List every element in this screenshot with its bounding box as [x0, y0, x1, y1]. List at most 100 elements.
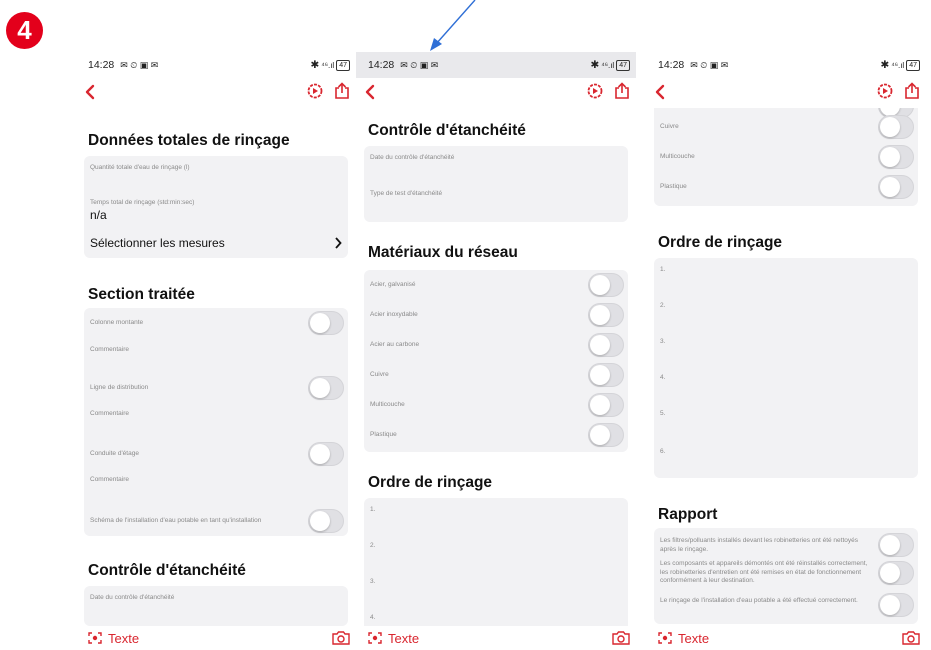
report-row: Les composants et appareils démontés ont… [654, 558, 918, 588]
texte-label: Texte [678, 630, 710, 646]
material-label: Multicouche [660, 153, 695, 160]
report-toggle[interactable] [878, 593, 914, 617]
toggle-row-distribution: Ligne de distribution [84, 373, 348, 403]
floor-pipe-toggle[interactable] [308, 442, 344, 466]
schema-toggle[interactable] [308, 509, 344, 533]
material-row: Acier inoxydable [364, 300, 628, 330]
leak-card: Date du contrôle d'étanchéité Type de te… [364, 146, 628, 222]
order-title: Ordre de rinçage [658, 234, 783, 251]
schema-label: Schéma de l'installation d'eau potable e… [90, 517, 262, 524]
material-toggle[interactable] [588, 273, 624, 297]
material-toggle[interactable] [588, 333, 624, 357]
phone-screen-2: 14:28 ✉ ⏲ ▣ ✉ ✱ ⁴⁶.ıl 47 Contrôle d'étan… [356, 52, 636, 650]
back-icon[interactable] [654, 78, 674, 106]
material-label: Cuivre [660, 123, 679, 130]
riser-label: Colonne montante [90, 319, 144, 326]
leak-date-field[interactable]: Date du contrôle d'étanchéité [370, 154, 454, 161]
order-item-field[interactable]: 6. [660, 448, 665, 455]
section-title: Section traitée [88, 286, 195, 303]
app-bar [76, 78, 356, 106]
order-item-field[interactable]: 5. [660, 410, 665, 417]
text-scan-icon [368, 632, 382, 644]
app-bar [356, 78, 636, 106]
floor-comment-field[interactable]: Commentaire [90, 476, 129, 483]
status-bar: 14:28 ✉ ⏲ ▣ ✉ ✱ ⁴⁶.ıl 47 [646, 52, 926, 78]
report-label: Le rinçage de l'installation d'eau potab… [660, 597, 858, 604]
select-measures-label: Sélectionner les mesures [90, 236, 225, 250]
texte-button[interactable]: Texte [658, 631, 709, 646]
share-icon[interactable] [614, 82, 630, 100]
material-label: Acier au carbone [370, 341, 420, 348]
order-item-field[interactable]: 4. [660, 374, 665, 381]
play-settings-icon[interactable] [876, 82, 894, 100]
materials-card: Cuivre Multicouche Plastique [654, 108, 918, 206]
phone-screen-3: 14:28 ✉ ⏲ ▣ ✉ ✱ ⁴⁶.ıl 47 Cuivre Multicou… [646, 52, 926, 650]
material-label: Plastique [660, 183, 687, 190]
leak-title: Contrôle d'étanchéité [88, 562, 246, 579]
material-toggle[interactable] [588, 303, 624, 327]
status-time: 14:28 [88, 59, 115, 71]
status-bar: 14:28 ✉ ⏲ ▣ ✉ ✱ ⁴⁶.ıl 47 [356, 52, 636, 78]
distribution-comment-field[interactable]: Commentaire [90, 410, 129, 417]
share-icon[interactable] [904, 82, 920, 100]
report-row: Le rinçage de l'installation d'eau potab… [654, 590, 918, 620]
leak-type-field[interactable]: Type de test d'étanchéité [370, 190, 442, 197]
share-icon[interactable] [334, 82, 350, 100]
status-notification-icons: ✉ ⏲ ▣ ✉ [690, 60, 729, 70]
leak-date-field[interactable]: Date du contrôle d'étanchéité [90, 594, 174, 601]
battery-icon: 47 [906, 59, 920, 71]
order-item-field[interactable]: 3. [660, 338, 665, 345]
order-item-field[interactable]: 1. [660, 266, 665, 273]
status-notification-icons: ✉ ⏲ ▣ ✉ [400, 60, 439, 70]
order-item-field[interactable]: 4. [370, 614, 375, 621]
distribution-toggle[interactable] [308, 376, 344, 400]
report-toggle[interactable] [878, 533, 914, 557]
order-item-field[interactable]: 3. [370, 578, 375, 585]
play-settings-icon[interactable] [306, 82, 324, 100]
back-icon[interactable] [84, 78, 104, 106]
leak-title: Contrôle d'étanchéité [368, 122, 526, 139]
toggle-row-floor: Conduite d'étage [84, 439, 348, 469]
material-toggle[interactable] [878, 115, 914, 139]
pointer-arrow-icon [430, 0, 476, 51]
material-toggle[interactable] [588, 423, 624, 447]
riser-toggle[interactable] [308, 311, 344, 335]
texte-label: Texte [388, 630, 420, 646]
step-badge: 4 [6, 12, 43, 49]
camera-icon[interactable] [902, 631, 920, 645]
status-time: 14:28 [658, 59, 685, 71]
total-water-label[interactable]: Quantité totale d'eau de rinçage (l) [90, 164, 190, 171]
material-toggle[interactable] [878, 145, 914, 169]
back-icon[interactable] [364, 78, 384, 106]
material-toggle[interactable] [878, 175, 914, 199]
material-row: Multicouche [364, 390, 628, 420]
battery-icon: 47 [616, 59, 630, 71]
riser-comment-field[interactable]: Commentaire [90, 346, 129, 353]
select-measures-row[interactable]: Sélectionner les mesures [90, 236, 342, 250]
order-item-field[interactable]: 2. [660, 302, 665, 309]
texte-button[interactable]: Texte [368, 631, 419, 646]
material-toggle[interactable] [588, 363, 624, 387]
order-item-field[interactable]: 1. [370, 506, 375, 513]
play-settings-icon[interactable] [586, 82, 604, 100]
bottom-bar: Texte [356, 626, 636, 650]
material-toggle[interactable] [588, 393, 624, 417]
status-notification-icons: ✉ ⏲ ▣ ✉ [120, 60, 159, 70]
signal-icon: ⁴⁶.ıl [601, 60, 615, 70]
order-item-field[interactable]: 2. [370, 542, 375, 549]
chevron-right-icon [335, 237, 342, 249]
totals-title: Données totales de rinçage [88, 132, 290, 149]
toggle-row-riser: Colonne montante [84, 308, 348, 338]
bluetooth-icon: ✱ [310, 59, 320, 71]
status-bar: 14:28 ✉ ⏲ ▣ ✉ ✱ ⁴⁶.ıl 47 [76, 52, 356, 78]
material-row: Acier, galvanisé [364, 270, 628, 300]
total-time-label: Temps total de rinçage (std:min:sec) [90, 199, 195, 206]
camera-icon[interactable] [332, 631, 350, 645]
report-label: Les composants et appareils démontés ont… [660, 560, 868, 584]
report-card: Les filtres/polluants installés devant l… [654, 528, 918, 624]
texte-button[interactable]: Texte [88, 631, 139, 646]
camera-icon[interactable] [612, 631, 630, 645]
bluetooth-icon: ✱ [880, 59, 890, 71]
leak-card: Date du contrôle d'étanchéité [84, 586, 348, 626]
report-toggle[interactable] [878, 561, 914, 585]
